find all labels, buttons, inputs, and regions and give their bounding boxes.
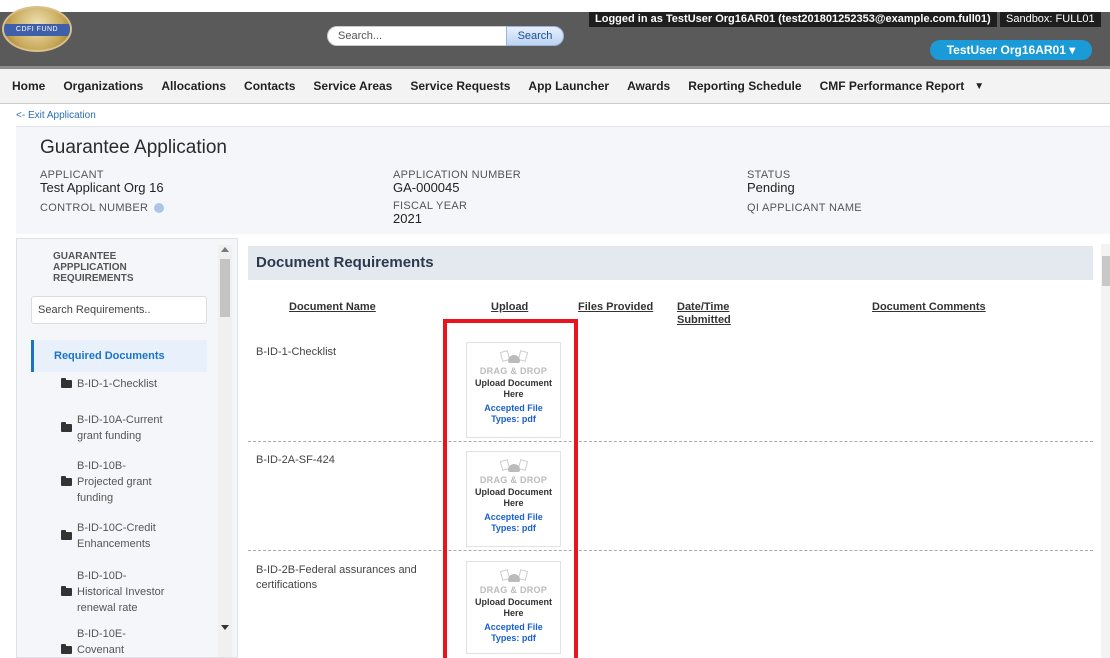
document-name-cell: B-ID-2B-Federal assurances and certifica… (256, 563, 446, 593)
sidebar-item-line-2: Enhancements (77, 538, 151, 550)
sidebar-item-line-1: B-ID-1-Checklist (77, 378, 158, 390)
document-name-line-1: B-ID-2A-SF-424 (256, 454, 335, 466)
col-date-time-submitted: Date/Time Submitted (677, 301, 731, 327)
sidebar-scrollbar[interactable] (218, 245, 232, 657)
nav-app-launcher[interactable]: App Launcher (528, 79, 609, 93)
nav-contacts[interactable]: Contacts (244, 79, 295, 93)
sidebar-item-b-id-10c[interactable]: B-ID-10C-Credit Enhancements (61, 520, 201, 552)
requirements-sidebar: GUARANTEE APPPLICATION REQUIREMENTS Sear… (16, 238, 238, 658)
sidebar-heading: GUARANTEE APPPLICATION REQUIREMENTS (53, 251, 203, 284)
sidebar-item-line-1: B-ID-10E- (77, 628, 126, 640)
document-name-cell: B-ID-2A-SF-424 (256, 453, 446, 468)
sidebar-item-b-id-10d[interactable]: B-ID-10D- Historical Investor renewal ra… (61, 568, 201, 616)
sidebar-scroll-thumb[interactable] (220, 259, 230, 317)
row-divider (248, 441, 1093, 442)
document-name-line-1: B-ID-1-Checklist (256, 346, 337, 358)
global-search-input[interactable]: Search... (327, 26, 507, 46)
col-date-line-2: Submitted (677, 314, 731, 326)
col-document-name: Document Name (289, 301, 376, 313)
global-search-button[interactable]: Search (506, 26, 564, 46)
nav-service-requests[interactable]: Service Requests (410, 79, 510, 93)
sidebar-item-line-2: Historical Investor (77, 586, 165, 598)
user-menu-button[interactable]: TestUser Org16AR01 ▾ (930, 40, 1092, 60)
requirements-search-input[interactable]: Search Requirements.. (31, 296, 207, 324)
sidebar-item-b-id-10b[interactable]: B-ID-10B- Projected grant funding (61, 458, 201, 506)
folder-icon (61, 644, 72, 654)
status-value: Pending (747, 180, 795, 195)
folder-icon (61, 422, 72, 432)
sidebar-heading-line-3: REQUIREMENTS (53, 273, 134, 284)
sidebar-item-b-id-10a[interactable]: B-ID-10A-Current grant funding (61, 412, 201, 444)
logged-in-banner: Logged in as TestUser Org16AR01 (test201… (589, 12, 997, 27)
top-header: CDFI FUND Search... Search Logged in as … (0, 0, 1110, 66)
document-name-line-2: certifications (256, 579, 318, 591)
folder-icon (61, 530, 72, 540)
col-document-comments: Document Comments (872, 301, 986, 313)
exit-application-link[interactable]: <- Exit Application (16, 110, 96, 121)
col-date-line-1: Date/Time (677, 301, 730, 313)
scroll-down-icon[interactable] (221, 625, 229, 630)
sidebar-item-line-1: B-ID-10A-Current (77, 414, 163, 426)
qi-applicant-name-label: QI APPLICANT NAME (747, 202, 862, 214)
fiscal-year-value: 2021 (393, 211, 422, 226)
logo-band: CDFI FUND (4, 24, 70, 36)
nav-reporting-schedule[interactable]: Reporting Schedule (688, 79, 801, 93)
document-name-cell: B-ID-1-Checklist (256, 345, 446, 360)
applicant-value: Test Applicant Org 16 (40, 180, 164, 195)
upload-column-highlight (443, 319, 578, 658)
sidebar-item-b-id-1[interactable]: B-ID-1-Checklist (61, 376, 201, 392)
control-number-label: CONTROL NUMBER (40, 202, 164, 214)
nav-home[interactable]: Home (12, 79, 45, 93)
document-requirements-heading: Document Requirements (248, 246, 1093, 280)
sidebar-item-line-1: B-ID-10C-Credit (77, 522, 156, 534)
folder-icon (61, 586, 72, 596)
main-nav: Home Organizations Allocations Contacts … (0, 66, 1110, 104)
sidebar-item-required-documents[interactable]: Required Documents (31, 340, 207, 372)
sidebar-item-line-1: B-ID-10B- (77, 460, 126, 472)
sidebar-item-line-2: grant funding (77, 430, 142, 442)
scroll-up-icon[interactable] (221, 247, 229, 252)
sidebar-item-line-3: funding (77, 492, 114, 504)
help-icon[interactable] (153, 203, 164, 214)
col-files-provided: Files Provided (578, 301, 654, 313)
row-divider (248, 550, 1093, 551)
sidebar-item-b-id-10e[interactable]: B-ID-10E- Covenant (61, 626, 201, 657)
sandbox-badge: Sandbox: FULL01 (1000, 12, 1101, 27)
main-scrollbar[interactable] (1101, 244, 1110, 658)
nav-cmf-performance-report[interactable]: CMF Performance Report (820, 79, 965, 93)
nav-allocations[interactable]: Allocations (161, 79, 226, 93)
cdfi-logo[interactable]: CDFI FUND (2, 6, 72, 52)
nav-organizations[interactable]: Organizations (63, 79, 143, 93)
sidebar-heading-line-2: APPPLICATION (53, 262, 127, 273)
control-number-label-text: CONTROL NUMBER (40, 202, 149, 214)
nav-service-areas[interactable]: Service Areas (313, 79, 392, 93)
main-scroll-thumb[interactable] (1102, 256, 1110, 286)
document-name-line-1: B-ID-2B-Federal assurances and (256, 564, 417, 576)
application-number-value: GA-000045 (393, 180, 460, 195)
sidebar-item-line-2: Covenant (77, 644, 125, 656)
folder-icon (61, 476, 72, 486)
sidebar-item-line-2: Projected grant (77, 476, 152, 488)
top-strip (0, 0, 1110, 12)
nav-more-dropdown-icon[interactable]: ▼ (974, 81, 984, 92)
sidebar-item-line-1: B-ID-10D- (77, 570, 127, 582)
application-header-panel: Guarantee Application APPLICANT Test App… (16, 126, 1110, 234)
col-upload: Upload (491, 301, 529, 313)
page-title: Guarantee Application (40, 137, 227, 158)
sidebar-heading-line-1: GUARANTEE (53, 251, 117, 262)
nav-awards[interactable]: Awards (627, 79, 670, 93)
sidebar-item-line-3: renewal rate (77, 602, 138, 614)
folder-icon (61, 378, 72, 388)
